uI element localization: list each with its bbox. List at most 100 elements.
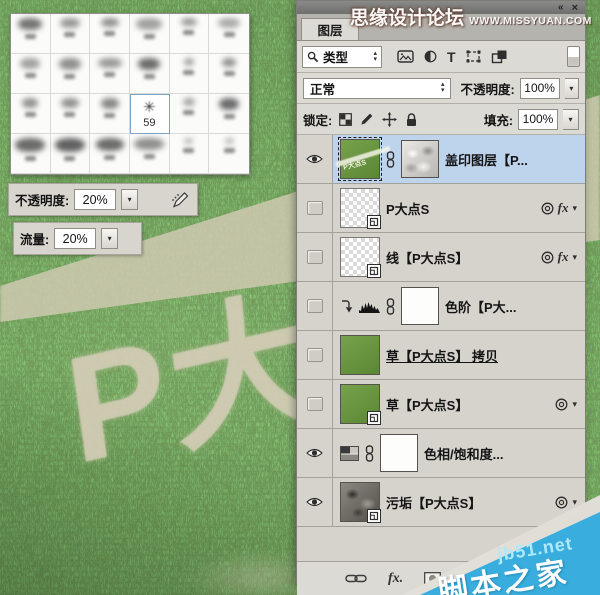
- layer-row-1[interactable]: P大点S 盖印图层【P...: [297, 135, 585, 184]
- filter-kind-icons: T: [397, 49, 508, 64]
- type-filter-icon[interactable]: T: [447, 50, 456, 64]
- visibility-toggle[interactable]: [297, 429, 333, 477]
- pixel-filter-icon[interactable]: [397, 49, 414, 64]
- flow-dropdown-button[interactable]: ▾: [101, 228, 118, 249]
- layer-name[interactable]: 色相/饱和度...: [424, 444, 503, 463]
- brush-preset-7[interactable]: [11, 54, 51, 94]
- layer-mask-thumbnail[interactable]: [401, 140, 439, 178]
- lock-paint-icon[interactable]: [360, 112, 374, 126]
- brush-preset-19[interactable]: [11, 134, 51, 174]
- brush-stroke-thumb: [219, 98, 239, 110]
- layer-row-7[interactable]: 色相/饱和度...: [297, 429, 585, 478]
- fill-dropdown[interactable]: ▾: [563, 109, 579, 130]
- brush-preset-5[interactable]: [170, 14, 210, 54]
- close-panel-button[interactable]: ×: [572, 3, 578, 13]
- brush-preset-18[interactable]: [209, 94, 249, 134]
- brush-size-smudge: [104, 155, 115, 160]
- layer-thumbnail[interactable]: [340, 482, 380, 522]
- brush-preset-12[interactable]: [209, 54, 249, 94]
- blend-mode-select[interactable]: 正常 ▴▾: [303, 78, 451, 99]
- layer-name[interactable]: 草【P大点S】: [386, 395, 468, 414]
- layer-name[interactable]: 色阶【P大...: [445, 297, 517, 316]
- layer-row-4[interactable]: 色阶【P大...: [297, 282, 585, 331]
- brush-preset-21[interactable]: [90, 134, 130, 174]
- smart-filter-icon: [541, 202, 554, 215]
- brush-size-smudge: [64, 156, 75, 161]
- layer-thumbnail[interactable]: P大点S: [340, 139, 380, 179]
- visibility-toggle[interactable]: [297, 478, 333, 526]
- brush-preset-13[interactable]: [11, 94, 51, 134]
- lock-position-icon[interactable]: [382, 112, 397, 127]
- brush-preset-4[interactable]: [130, 14, 170, 54]
- tab-layers[interactable]: 图层: [301, 18, 359, 40]
- brush-preset-8[interactable]: [51, 54, 91, 94]
- brush-preset-17[interactable]: [170, 94, 210, 134]
- effects-collapse-arrow[interactable]: ▾: [572, 399, 577, 410]
- updown-arrows-icon: ▴▾: [373, 51, 377, 63]
- visibility-toggle[interactable]: [297, 380, 333, 428]
- brush-preset-3[interactable]: [90, 14, 130, 54]
- visibility-toggle[interactable]: [297, 233, 333, 281]
- brush-preset-24[interactable]: [209, 134, 249, 174]
- layer-thumbnail[interactable]: [340, 335, 380, 375]
- visibility-toggle[interactable]: [297, 135, 333, 183]
- airbrush-icon[interactable]: [170, 190, 191, 209]
- brush-preset-23[interactable]: [170, 134, 210, 174]
- brush-preset-11[interactable]: [170, 54, 210, 94]
- layer-mask-thumbnail[interactable]: [401, 287, 439, 325]
- visibility-toggle[interactable]: [297, 282, 333, 330]
- add-layer-style-icon[interactable]: fx.: [388, 571, 403, 587]
- layer-opacity-dropdown[interactable]: ▾: [565, 78, 579, 99]
- layer-name[interactable]: 污垢【P大点S】: [386, 493, 481, 512]
- brush-preset-15[interactable]: [90, 94, 130, 134]
- smart-object-filter-icon[interactable]: [491, 49, 508, 64]
- collapse-panel-button[interactable]: «: [558, 3, 563, 13]
- clipping-mask-icon: [340, 299, 353, 313]
- flow-input[interactable]: 20%: [54, 228, 96, 249]
- brush-preset-9[interactable]: [90, 54, 130, 94]
- brush-preset-14[interactable]: [51, 94, 91, 134]
- effects-collapse-arrow[interactable]: ▾: [572, 203, 577, 214]
- brush-preset-20[interactable]: [51, 134, 91, 174]
- layer-row-5[interactable]: 草【P大点S】 拷贝: [297, 331, 585, 380]
- layer-name[interactable]: 草【P大点S】 拷贝: [386, 346, 498, 365]
- visibility-toggle[interactable]: [297, 331, 333, 379]
- filter-switch[interactable]: [567, 46, 580, 67]
- layer-row-6[interactable]: 草【P大点S】 ▾: [297, 380, 585, 429]
- brush-stroke-thumb: [138, 58, 160, 70]
- fill-input[interactable]: 100%: [518, 109, 558, 130]
- layer-opacity-input[interactable]: 100%: [520, 78, 560, 99]
- brush-preset-6[interactable]: [209, 14, 249, 54]
- layer-name[interactable]: 线【P大点S】: [386, 248, 468, 267]
- filter-type-dropdown[interactable]: 类型 ▴▾: [302, 46, 382, 68]
- opacity-dropdown-button[interactable]: ▾: [121, 189, 138, 210]
- layer-row-8[interactable]: 污垢【P大点S】 ▾: [297, 478, 585, 526]
- brush-size-label: 59: [143, 117, 155, 129]
- brush-preset-22[interactable]: [130, 134, 170, 174]
- flow-label: 流量:: [20, 229, 49, 248]
- effects-collapse-arrow[interactable]: ▾: [572, 497, 577, 508]
- layer-thumbnail[interactable]: [340, 188, 380, 228]
- effects-collapse-arrow[interactable]: ▾: [572, 252, 577, 263]
- visibility-empty-box: [307, 397, 323, 411]
- flow-option-bar: 流量: 20% ▾: [13, 222, 142, 255]
- brush-preset-10[interactable]: [130, 54, 170, 94]
- adjustment-filter-icon[interactable]: [423, 49, 438, 64]
- layer-name[interactable]: 盖印图层【P...: [445, 150, 528, 169]
- layer-thumbnail[interactable]: [340, 384, 380, 424]
- lock-all-icon[interactable]: [405, 112, 418, 127]
- layer-name[interactable]: P大点S: [386, 199, 429, 218]
- lock-transparency-icon[interactable]: [339, 113, 352, 126]
- layer-thumbnail[interactable]: [340, 237, 380, 277]
- brush-preset-selected[interactable]: ✳59: [130, 94, 170, 134]
- visibility-toggle[interactable]: [297, 184, 333, 232]
- opacity-input[interactable]: 20%: [74, 189, 116, 210]
- brush-preset-1[interactable]: [11, 14, 51, 54]
- layer-mask-thumbnail[interactable]: [380, 434, 418, 472]
- shape-filter-icon[interactable]: [465, 49, 482, 64]
- brush-size-smudge: [104, 113, 115, 118]
- layer-row-2[interactable]: P大点Sfx▾: [297, 184, 585, 233]
- link-layers-icon[interactable]: [345, 573, 367, 584]
- brush-preset-2[interactable]: [51, 14, 91, 54]
- layer-row-3[interactable]: 线【P大点S】fx▾: [297, 233, 585, 282]
